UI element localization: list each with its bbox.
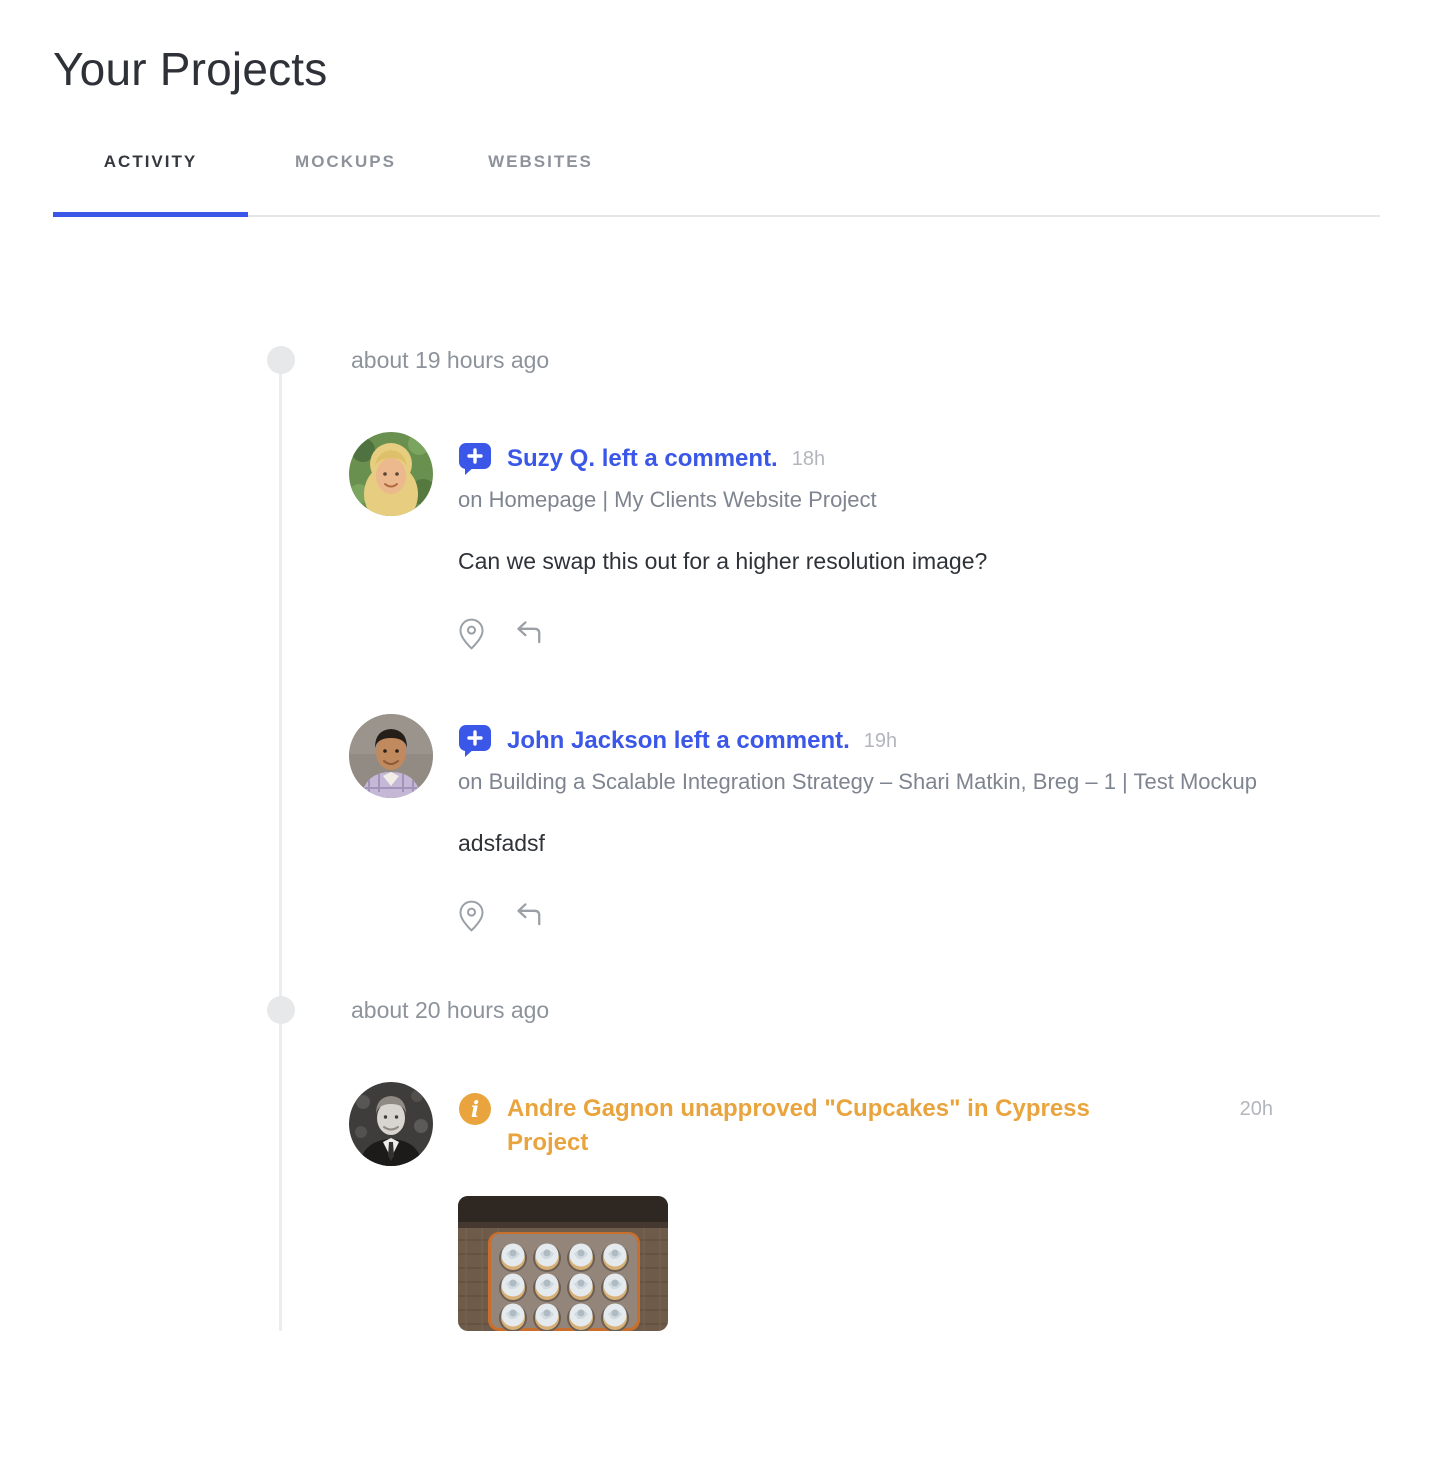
page-title: Your Projects [53, 43, 328, 95]
your-projects-page: Your Projects ACTIVITY MOCKUPS WEBSITES … [0, 0, 1446, 1458]
activity-event-andre-unapproved: i Andre Gagnon unapproved "Cupcakes" in … [349, 1082, 1380, 1331]
tab-activity[interactable]: ACTIVITY [53, 152, 248, 217]
reply-button[interactable] [515, 619, 545, 649]
location-pin-icon [459, 900, 484, 932]
activity-timeline: about 19 hours ago Suzy Q. left a commen… [267, 346, 1380, 1331]
timeline-group-label: about 20 hours ago [351, 996, 550, 1023]
event-actions [458, 900, 1273, 932]
timeline-group-20h: about 20 hours ago i Andre Gagnon unappr… [267, 996, 1380, 1331]
timeline-group-label: about 19 hours ago [351, 346, 550, 373]
avatar-andre-gagnon[interactable] [349, 1082, 433, 1166]
reply-icon [517, 903, 541, 926]
event-content: Suzy Q. left a comment. 18h on Homepage … [458, 432, 1273, 650]
event-context: on Building a Scalable Integration Strat… [458, 769, 1257, 794]
timeline-line [279, 360, 282, 1331]
avatar-andre-gagnon-image [349, 1082, 433, 1166]
timeline-group-header: about 20 hours ago [267, 996, 1380, 1024]
comment-plus-icon [459, 725, 491, 757]
event-heading: John Jackson left a comment. 19h [458, 724, 1273, 758]
location-pin-button[interactable] [458, 618, 485, 650]
cupcakes-thumbnail[interactable] [458, 1196, 668, 1331]
event-timestamp: 19h [863, 730, 898, 752]
timeline-group-19h: about 19 hours ago Suzy Q. left a commen… [267, 346, 1380, 932]
activity-event-john-comment: John Jackson left a comment. 19h on Buil… [349, 714, 1380, 932]
svg-text:i: i [471, 1097, 479, 1123]
comment-text: Can we swap this out for a higher resolu… [458, 548, 988, 574]
event-context: on Homepage | My Clients Website Project [458, 487, 877, 512]
avatar-suzy-q[interactable] [349, 432, 433, 516]
timeline-dot [267, 346, 295, 374]
info-icon: i [459, 1093, 491, 1125]
event-actions [458, 618, 1273, 650]
location-pin-button[interactable] [458, 900, 485, 932]
timeline-dot [267, 996, 295, 1024]
tab-websites[interactable]: WEBSITES [443, 152, 638, 217]
event-timestamp: 18h [791, 448, 826, 470]
timeline-group-header: about 19 hours ago [267, 346, 1380, 374]
comment-plus-icon [459, 443, 491, 475]
avatar-suzy-q-image [349, 432, 433, 516]
event-title-link[interactable]: Suzy Q. left a comment. [507, 442, 778, 476]
event-timestamp: 20h [1239, 1098, 1273, 1120]
avatar-john-jackson-image [349, 714, 433, 798]
tab-bar: ACTIVITY MOCKUPS WEBSITES [53, 152, 1380, 217]
event-title-link[interactable]: Andre Gagnon unapproved "Cupcakes" in Cy… [507, 1092, 1167, 1160]
event-heading: Suzy Q. left a comment. 18h [458, 442, 1273, 476]
event-title-link[interactable]: John Jackson left a comment. [507, 724, 850, 758]
event-heading: i Andre Gagnon unapproved "Cupcakes" in … [458, 1092, 1273, 1160]
avatar-john-jackson[interactable] [349, 714, 433, 798]
activity-event-suzy-comment: Suzy Q. left a comment. 18h on Homepage … [349, 432, 1380, 650]
reply-icon [517, 621, 541, 644]
tab-mockups[interactable]: MOCKUPS [248, 152, 443, 217]
location-pin-icon [459, 618, 484, 650]
event-content: i Andre Gagnon unapproved "Cupcakes" in … [458, 1082, 1273, 1331]
cupcakes-thumbnail-image [458, 1196, 668, 1331]
event-content: John Jackson left a comment. 19h on Buil… [458, 714, 1273, 932]
comment-text: adsfadsf [458, 830, 545, 856]
reply-button[interactable] [515, 901, 545, 931]
